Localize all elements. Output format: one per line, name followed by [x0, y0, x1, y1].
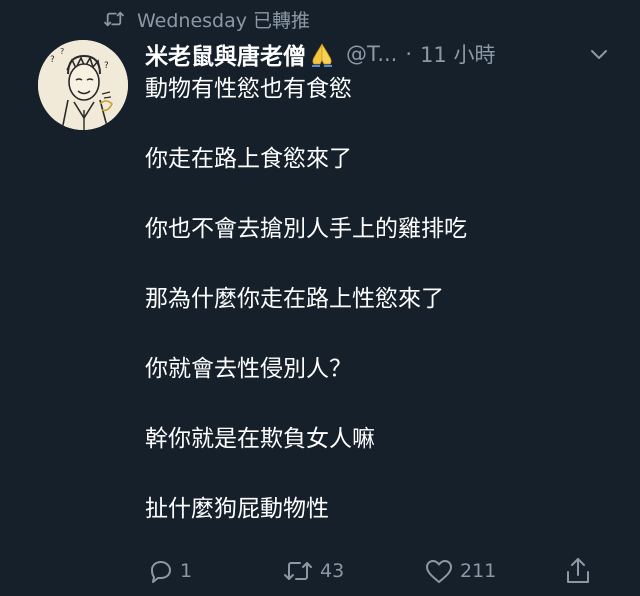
svg-text:?: ? — [50, 55, 55, 65]
avatar-illustration: ? ? ? — [38, 40, 128, 130]
separator-dot: · — [405, 42, 413, 66]
tweet-text-line: 幹你就是在欺負女人嘛 — [145, 426, 375, 452]
retweet-count: 43 — [320, 560, 345, 582]
avatar[interactable]: ? ? ? — [38, 40, 128, 130]
action-bar: 1 43 211 — [0, 553, 640, 589]
tweet-body: 動物有性慾也有食慾 你走在路上食慾來了 你也不會去搶別人手上的雞排吃 那為什麼你… — [145, 72, 615, 526]
tweet-text-line: 你走在路上食慾來了 — [145, 146, 352, 172]
tweet[interactable]: Wednesday 已轉推 ? ? ? 米老鼠與唐老僧 @T... · 11 小… — [0, 0, 640, 596]
reply-icon — [151, 561, 171, 583]
retweet-button[interactable]: 43 — [282, 553, 344, 589]
retweet-icon — [104, 11, 124, 27]
heart-icon — [426, 560, 452, 583]
handle[interactable]: @T... — [346, 42, 397, 66]
reply-button[interactable]: 1 — [146, 553, 192, 589]
retweet-context[interactable]: Wednesday 已轉推 — [103, 6, 310, 32]
tweet-text-line: 你也不會去搶別人手上的雞排吃 — [145, 216, 467, 242]
chevron-down-icon[interactable] — [588, 44, 610, 64]
share-button[interactable] — [564, 553, 592, 589]
timestamp[interactable]: 11 小時 — [420, 39, 495, 69]
display-name[interactable]: 米老鼠與唐老僧 — [145, 37, 306, 71]
tweet-text-line: 你就會去性侵別人？ — [145, 356, 352, 382]
retweet-icon — [284, 562, 312, 580]
retweet-label: Wednesday 已轉推 — [137, 9, 311, 32]
pray-emoji-icon — [312, 43, 332, 67]
share-icon — [567, 558, 589, 583]
tweet-text-line: 扯什麼狗屁動物性 — [145, 496, 329, 522]
tweet-text-line: 那為什麼你走在路上性慾來了 — [145, 286, 444, 312]
like-button[interactable]: 211 — [424, 553, 496, 589]
tweet-text-line: 動物有性慾也有食慾 — [145, 76, 352, 102]
like-count: 211 — [460, 560, 497, 582]
svg-text:?: ? — [60, 47, 64, 56]
reply-count: 1 — [180, 560, 193, 582]
tweet-header: 米老鼠與唐老僧 @T... · 11 小時 — [145, 37, 495, 71]
svg-text:?: ? — [104, 61, 109, 71]
